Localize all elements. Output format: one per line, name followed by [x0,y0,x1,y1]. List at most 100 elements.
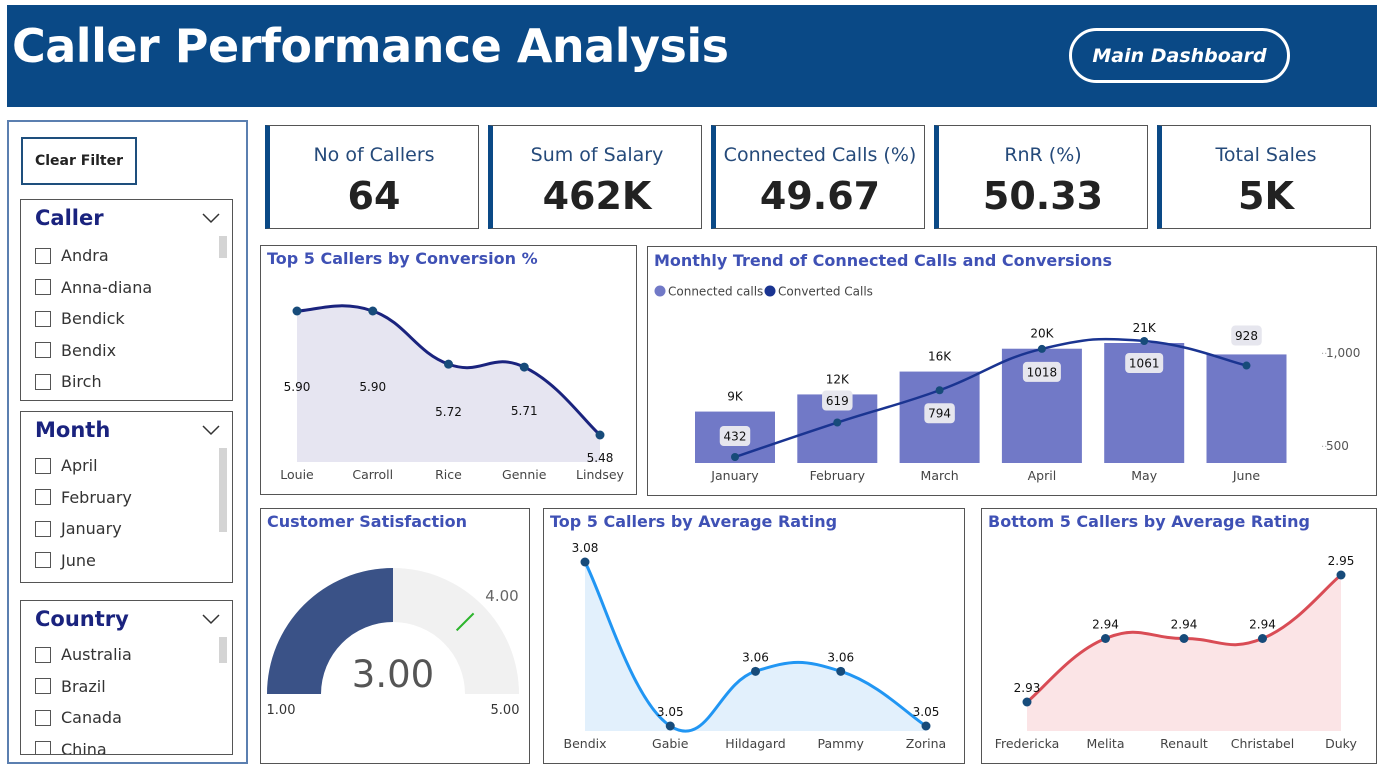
y2-tick-mark: ·· [1321,442,1327,453]
x-tick-label: Christabel [1231,736,1294,751]
line-label: 619 [826,394,849,408]
month-scrollbar[interactable] [219,448,227,532]
x-tick-label: Lindsey [576,467,624,482]
data-label: 2.95 [1328,554,1355,568]
month-option[interactable]: January [35,513,132,545]
kpi-value: 49.67 [759,174,881,218]
data-point [1336,570,1346,580]
kpi-value: 50.33 [982,174,1104,218]
caller-option[interactable]: Bendix [35,335,152,367]
data-label: 5.72 [435,405,462,419]
kpi-card-salary: Sum of Salary 462K [488,125,702,229]
checkbox[interactable] [35,247,51,264]
caller-option[interactable]: Birch [35,366,152,398]
kpi-card-rnr: RnR (%) 50.33 [934,125,1148,229]
checkbox[interactable] [35,678,51,695]
data-point [1101,634,1110,643]
x-tick-label: June [1232,468,1261,483]
top5-conversion-chart: 5.90 Louie 5.90 Carroll 5.72 Rice 5.71 Gennie 5.… [280,304,625,482]
kpi-card-connected-calls: Connected Calls (%) 49.67 [711,125,925,229]
checkbox[interactable] [35,741,51,754]
data-point [292,306,302,316]
kpi-label: No of Callers [313,144,435,166]
country-option[interactable]: Australia [35,639,132,671]
data-point [1022,697,1032,707]
top5-rating-panel: Top 5 Callers by Average Rating 3.08 Bend… [543,508,965,764]
caller-option[interactable]: Anna-diana [35,272,152,304]
checkbox[interactable] [35,373,51,390]
legend-label: Converted Calls [778,285,873,299]
country-option[interactable]: China [35,734,132,754]
caller-option[interactable]: Andra [35,240,152,272]
filter-panel: Clear Filter Caller Andra Anna-diana Ben… [7,120,248,764]
data-label: 3.06 [827,650,854,664]
x-tick-label: April [1028,468,1057,483]
checkbox[interactable] [35,457,51,474]
legend-marker [764,285,776,297]
caller-scrollbar[interactable] [219,236,227,258]
month-option[interactable]: April [35,450,132,482]
checkbox[interactable] [35,489,51,506]
kpi-value: 64 [347,174,401,218]
data-label: 5.90 [284,380,311,394]
gauge-chart: 4.00 3.00 1.00 5.00 [267,568,519,718]
kpi-label: Connected Calls (%) [723,144,917,166]
caller-slicer-title: Caller [35,206,104,230]
x-tick-label: March [921,468,959,483]
page-title: Caller Performance Analysis [12,19,729,73]
line-label: 1018 [1027,365,1058,379]
caller-option[interactable]: Bendick [35,303,152,335]
chevron-down-icon[interactable] [202,212,220,224]
checkbox[interactable] [35,520,51,537]
x-tick-label: Gabie [652,736,689,751]
data-point [921,721,931,731]
data-label: 2.93 [1014,681,1041,695]
chevron-down-icon[interactable] [202,424,220,436]
checkbox[interactable] [35,646,51,663]
bar-label: 20K [1030,327,1054,341]
x-tick-label: Fredericka [995,736,1060,751]
data-point [1258,634,1267,643]
bottom5-rating-chart: 2.93 Fredericka 2.94 Melita 2.94 Renault 2.94 C… [995,554,1358,751]
country-option[interactable]: Brazil [35,671,132,703]
checkbox[interactable] [35,310,51,327]
chevron-down-icon[interactable] [202,613,220,625]
kpi-value: 5K [1238,174,1294,218]
x-tick-label: Renault [1160,736,1208,751]
data-point [1037,344,1046,353]
clear-filter-button[interactable]: Clear Filter [21,137,137,185]
x-tick-label: May [1131,468,1157,483]
checkbox[interactable] [35,342,51,359]
data-label: 5.48 [587,451,614,465]
y2-tick-mark: ·· [1321,349,1327,360]
month-option[interactable]: June [35,545,132,577]
country-slicer-items: Australia Brazil Canada China [35,639,132,754]
caller-slicer: Caller Andra Anna-diana Bendick Bendix B… [20,199,233,401]
kpi-label: RnR (%) [1004,144,1082,166]
x-tick-label: Hildagard [725,736,785,751]
country-option[interactable]: Canada [35,702,132,734]
x-tick-label: Carroll [352,467,393,482]
checkbox[interactable] [35,279,51,296]
line-label: 1061 [1129,357,1160,371]
main-dashboard-button[interactable]: Main Dashboard [1069,28,1290,83]
month-option[interactable]: February [35,482,132,514]
bar-label: 12K [826,372,850,386]
data-point [1242,361,1251,370]
x-tick-label: January [710,468,759,483]
x-tick-label: Melita [1087,736,1125,751]
data-point [519,362,529,372]
data-label: 5.71 [511,404,538,418]
bar-label: 16K [928,350,952,364]
data-point [833,418,842,427]
legend-marker [654,285,666,297]
line-label: 794 [928,407,951,421]
bar-label: 9K [727,390,744,404]
checkbox[interactable] [35,709,51,726]
area-fill [585,562,926,732]
checkbox[interactable] [35,552,51,569]
country-scrollbar[interactable] [219,637,227,663]
monthly-trend-chart: Connected calls Converted Calls1,000500··… [654,285,1360,483]
kpi-label: Sum of Salary [530,144,664,166]
gauge-target-label: 4.00 [485,587,518,605]
